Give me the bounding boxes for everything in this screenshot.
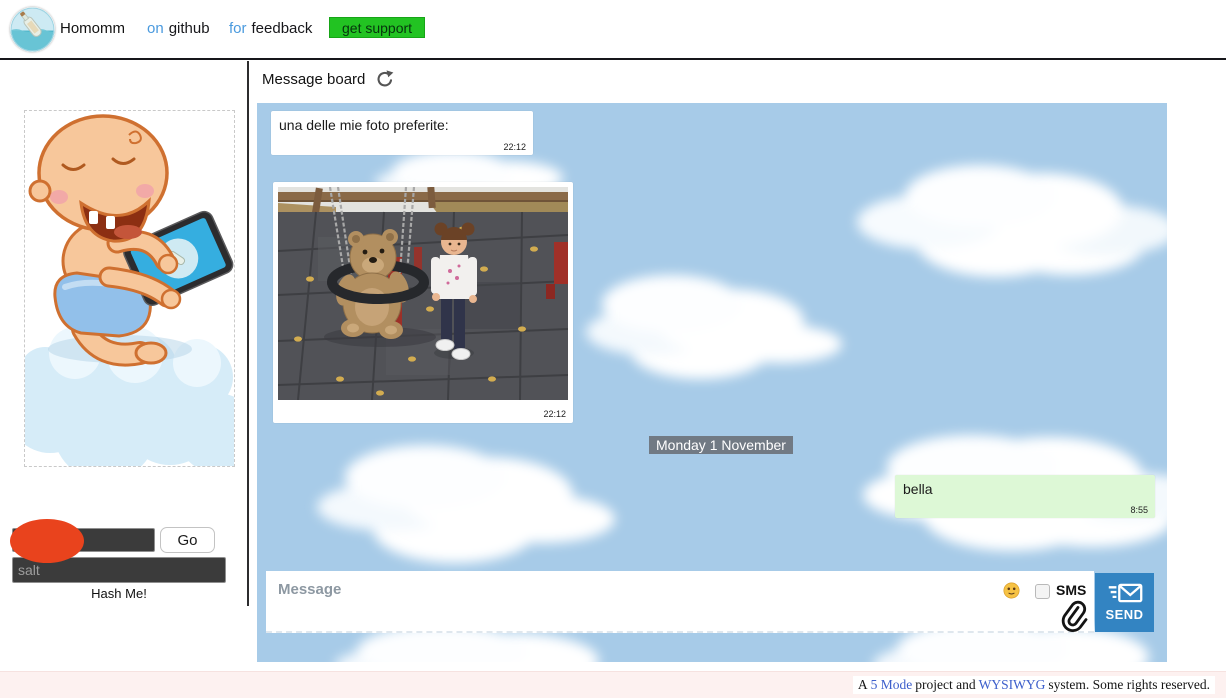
send-label: SEND xyxy=(1105,607,1143,622)
page-title: Message board xyxy=(262,71,365,88)
cloud xyxy=(905,165,1055,227)
nav-link-feedback[interactable]: forfeedback xyxy=(229,20,312,37)
app-title: Homomm xyxy=(60,20,125,37)
sms-checkbox[interactable] xyxy=(1035,584,1050,599)
send-button[interactable]: SEND xyxy=(1095,573,1154,632)
message-time: 22:12 xyxy=(543,409,566,419)
footer-link-wysiwyg[interactable]: WYSIWYG xyxy=(979,677,1046,692)
go-button[interactable]: Go xyxy=(160,527,215,553)
message-bubble-photo: 22:12 xyxy=(273,182,573,423)
paperclip-icon[interactable] xyxy=(1057,598,1089,634)
homomm-app: Homomm ongithub forfeedback get support xyxy=(0,0,1226,698)
playground-photo[interactable] xyxy=(278,187,568,400)
message-bubble-sent: bella 8:55 xyxy=(895,475,1155,518)
message-text: una delle mie foto preferite: xyxy=(279,117,449,133)
app-logo-bottle-icon[interactable] xyxy=(10,7,55,52)
message-time: 8:55 xyxy=(1130,505,1148,515)
send-envelope-icon xyxy=(1106,583,1144,604)
footer-link-5mode[interactable]: 5 Mode xyxy=(871,677,913,692)
date-divider: Monday 1 November xyxy=(649,436,793,454)
sidebar-divider xyxy=(247,61,249,606)
header: Homomm ongithub forfeedback get support xyxy=(0,0,1226,60)
nav-link-github[interactable]: ongithub xyxy=(147,20,210,37)
emoji-smiley-icon[interactable] xyxy=(1003,582,1020,599)
footer-credits: A5 Modeproject andWYSIWYGsystem. Some ri… xyxy=(853,676,1215,694)
message-board: una delle mie foto preferite: 22:12 xyxy=(257,103,1167,662)
message-bubble-received: una delle mie foto preferite: 22:12 xyxy=(271,111,533,155)
mascot-baby-image xyxy=(24,110,235,467)
board-title-row: Message board xyxy=(262,70,395,89)
message-input[interactable] xyxy=(266,571,1094,633)
message-text: bella xyxy=(903,481,933,497)
redaction-overlay xyxy=(10,519,84,563)
refresh-icon[interactable] xyxy=(375,70,395,89)
message-time: 22:12 xyxy=(503,142,526,152)
cloud xyxy=(602,275,742,333)
cloud xyxy=(345,445,505,509)
hash-me-link[interactable]: Hash Me! xyxy=(12,586,226,601)
footer: A5 Modeproject andWYSIWYGsystem. Some ri… xyxy=(0,671,1226,698)
get-support-button[interactable]: get support xyxy=(329,17,425,38)
